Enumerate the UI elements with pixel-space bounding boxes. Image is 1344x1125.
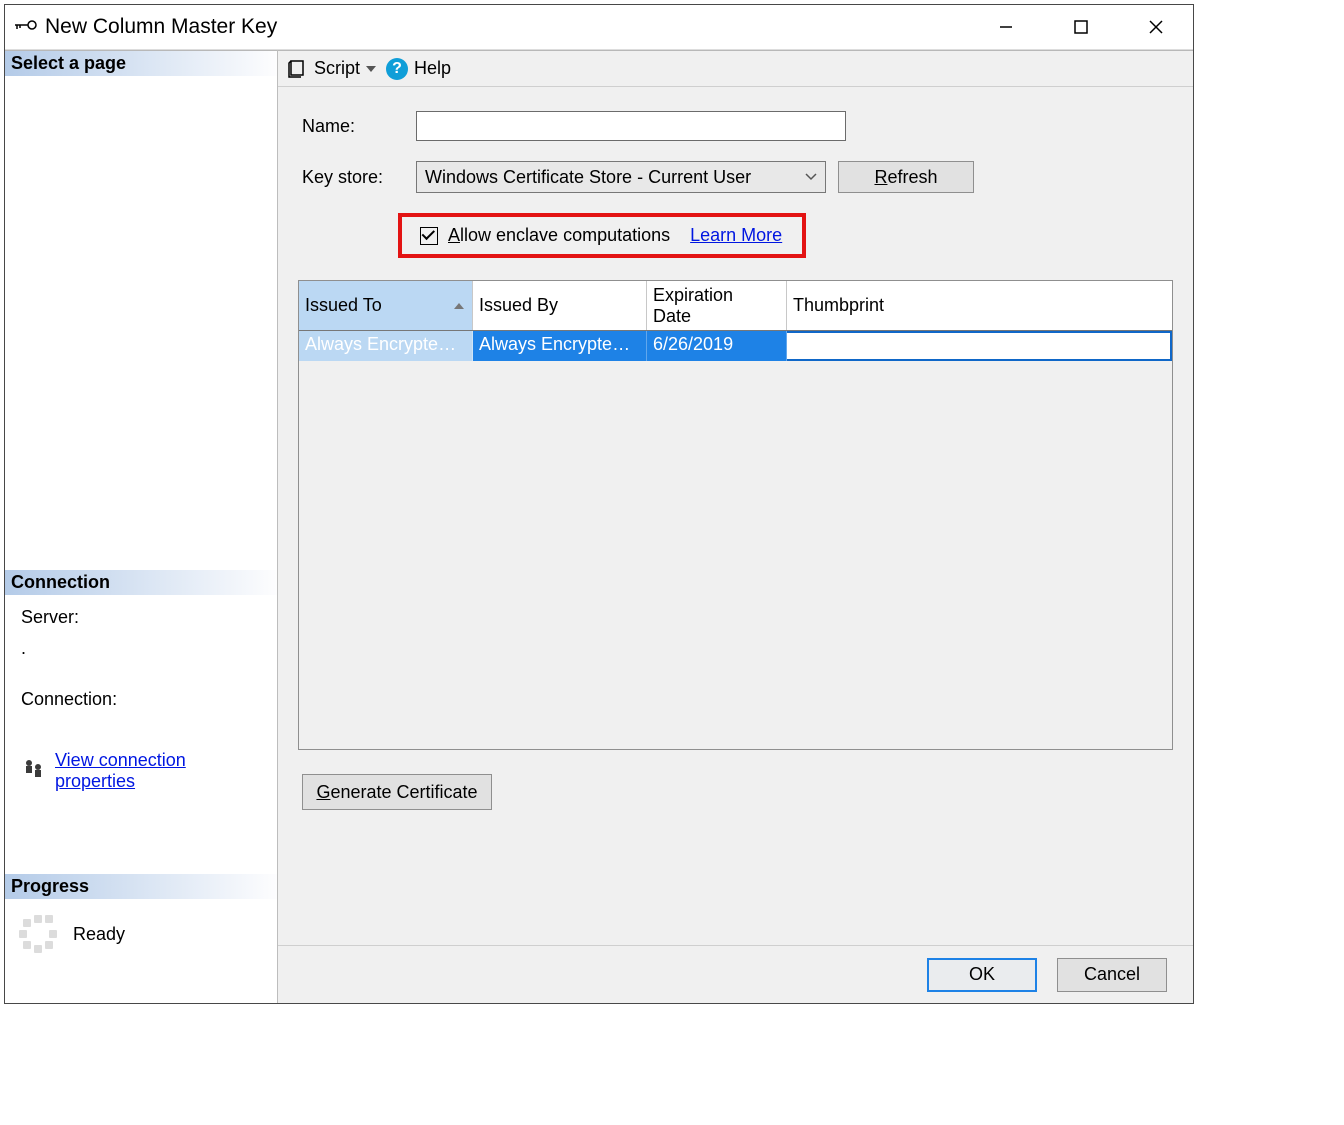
allow-enclave-checkbox[interactable] [420,227,438,245]
server-value: . [21,638,267,659]
name-label: Name: [302,116,416,137]
generate-certificate-button[interactable]: Generate Certificate [302,774,492,810]
cell-issued-by: Always Encrypted A... [473,331,647,361]
allow-enclave-label: Allow enclave computations [448,225,670,246]
progress-status: Ready [73,924,125,945]
cancel-button[interactable]: Cancel [1057,958,1167,992]
column-header-issued-by[interactable]: Issued By [473,281,647,330]
view-connection-properties-link[interactable]: View connection properties [55,750,267,792]
connection-header: Connection [5,570,277,595]
learn-more-link[interactable]: Learn More [690,225,782,246]
column-header-expiration[interactable]: ExpirationDate [647,281,787,330]
dialog-window: New Column Master Key Select a page Conn… [4,4,1194,1004]
right-panel: Script ? Help Name: Key store: Windows C… [277,50,1193,1003]
help-icon: ? [386,58,408,80]
server-label: Server: [21,607,267,628]
progress-header: Progress [5,874,277,899]
left-panel: Select a page Connection Server: . Conne… [5,50,277,1003]
maximize-button[interactable] [1043,5,1118,50]
progress-spinner-icon [19,915,57,953]
key-icon [15,18,37,37]
column-header-thumbprint[interactable]: Thumbprint [787,281,1172,330]
table-row[interactable]: Always Encrypted ... Always Encrypted A.… [299,331,1172,361]
script-dropdown[interactable]: Script [288,58,376,79]
cell-expiration: 6/26/2019 [647,331,787,361]
script-label: Script [314,58,360,79]
refresh-button[interactable]: Refresh [838,161,974,193]
toolbar: Script ? Help [278,50,1193,87]
keystore-select[interactable]: Windows Certificate Store - Current User [416,161,826,193]
window-title: New Column Master Key [45,15,277,39]
cell-thumbprint [787,331,1172,361]
sort-asc-icon [454,303,464,309]
keystore-value: Windows Certificate Store - Current User [425,167,751,188]
column-header-issued-to[interactable]: Issued To [299,281,473,330]
close-button[interactable] [1118,5,1193,50]
name-input[interactable] [416,111,846,141]
ok-button[interactable]: OK [927,958,1037,992]
certificate-grid: Issued To Issued By ExpirationDate Thumb… [298,280,1173,750]
chevron-down-icon [805,173,817,181]
help-label: Help [414,58,451,79]
minimize-button[interactable] [968,5,1043,50]
dialog-footer: OK Cancel [278,945,1193,1003]
connection-label: Connection: [21,689,267,710]
chevron-down-icon [366,66,376,72]
keystore-label: Key store: [302,167,416,188]
help-button[interactable]: ? Help [386,58,451,80]
connection-body: Server: . Connection: View connection pr… [5,595,277,814]
connection-properties-icon [23,758,45,785]
cell-issued-to: Always Encrypted ... [299,331,473,361]
select-page-header: Select a page [5,51,277,76]
enclave-highlight-box: Allow enclave computations Learn More [398,213,806,258]
title-bar: New Column Master Key [5,5,1193,50]
